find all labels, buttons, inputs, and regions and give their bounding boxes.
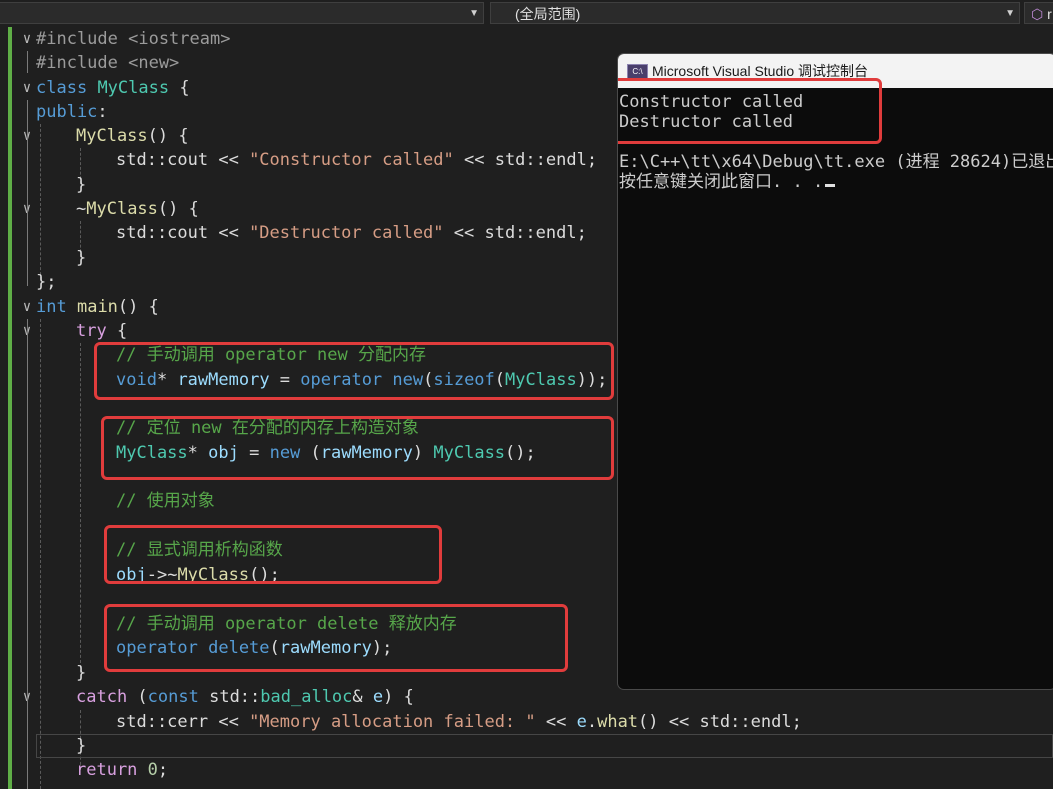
code-token: catch [76,687,128,707]
member-selector-dropdown[interactable]: ⬡ r [1024,2,1053,24]
code-token: () { [117,297,159,317]
scope-selector-dropdown[interactable]: (全局范围) ▼ [490,2,1020,24]
editor-navigation-bar: ▼ (全局范围) ▼ ⬡ r [0,0,1053,28]
code-token: () << std::endl; [638,712,802,732]
fold-collapse-icon[interactable]: ∨ [19,27,35,51]
code-token: () { [147,126,189,146]
code-token: std::cout << [116,223,250,243]
code-token: std:: [198,687,261,707]
debug-console-window[interactable]: C:\ Microsoft Visual Studio 调试控制台 Constr… [617,53,1053,690]
code-line: #include <new> [36,53,180,73]
chevron-down-icon: ▼ [469,8,479,19]
annotation-box-placement-new [101,416,614,480]
code-token: std::cerr << [116,712,250,732]
code-line: ~MyClass() { [76,197,199,221]
code-token: MyClass [97,78,170,98]
code-line: public: [36,100,108,124]
cube-icon: ⬡ [1031,6,1044,22]
code-token: "Constructor called" [249,150,454,170]
code-token: << [535,712,577,732]
code-token: { [169,78,190,98]
code-token: . [586,712,598,732]
code-token: bad_alloc [260,687,353,707]
code-token: ( [127,687,148,707]
console-cursor [825,184,836,187]
fold-collapse-icon[interactable]: ∨ [19,295,35,319]
code-line: } [76,175,87,195]
code-line: // 使用对象 [116,491,215,511]
fold-guide [27,319,28,789]
code-token: ~ [76,199,87,219]
fold-guide [27,100,28,286]
type-selector-dropdown[interactable]: ▼ [0,2,484,24]
code-token: MyClass [86,199,158,219]
annotation-box-destructor-call [104,525,442,584]
code-token: const [147,687,199,707]
code-token: : [97,102,108,122]
code-token: MyClass [76,126,148,146]
code-token: try [76,321,107,341]
code-token: what [597,712,639,732]
code-line: catch (const std::bad_alloc& e) { [76,685,414,709]
code-line: try { [76,319,127,343]
console-output-line: E:\C++\tt\x64\Debug\tt.exe (进程 28624)已退出 [619,152,1053,172]
code-token: { [106,321,128,341]
code-line: std::cerr << "Memory allocation failed: … [116,710,802,734]
current-line-highlight [36,734,1053,758]
code-token: ; [157,760,169,780]
code-token: e [576,712,587,732]
code-token: public [36,102,98,122]
code-token: () { [157,199,199,219]
annotation-box-console-output [618,78,882,144]
code-line: } [76,663,87,683]
code-line: class MyClass { [36,76,190,100]
code-token: "Destructor called" [249,223,444,243]
code-token: "Memory allocation failed: " [249,712,536,732]
fold-guide [27,51,28,73]
fold-collapse-icon[interactable]: ∨ [19,76,35,100]
scope-selector-label: (全局范围) [515,6,581,22]
code-token: e [372,687,384,707]
code-line: } [76,248,87,268]
code-token: return [76,760,138,780]
code-token: << std::endl; [443,223,587,243]
code-line: } [76,736,87,756]
code-line: }; [36,272,57,292]
code-token: & [352,687,373,707]
code-token: 0 [147,760,158,780]
code-token: int [36,297,67,317]
code-token: class [36,78,88,98]
code-line: MyClass() { [76,124,189,148]
annotation-box-operator-delete [104,604,568,672]
chevron-down-icon: ▼ [1005,8,1015,19]
code-token: std::cout << [116,150,250,170]
indent-guide [80,343,81,673]
code-token: << std::endl; [453,150,598,170]
change-tracking-bar [8,27,12,789]
code-token: ) { [383,687,414,707]
code-line: std::cout << "Destructor called" << std:… [116,221,587,245]
code-token: main [76,297,118,317]
indent-guide [40,319,41,789]
code-line: #include <iostream> [36,29,231,49]
member-selector-label: r [1047,6,1052,22]
code-line: std::cout << "Constructor called" << std… [116,148,597,172]
console-prompt-text: 按任意键关闭此窗口. . . [619,172,824,192]
code-line: return 0; [76,758,168,782]
indent-guide [40,124,41,280]
annotation-box-operator-new [94,342,614,400]
console-output-line: 按任意键关闭此窗口. . . [619,172,836,192]
code-line: int main() { [36,295,159,319]
